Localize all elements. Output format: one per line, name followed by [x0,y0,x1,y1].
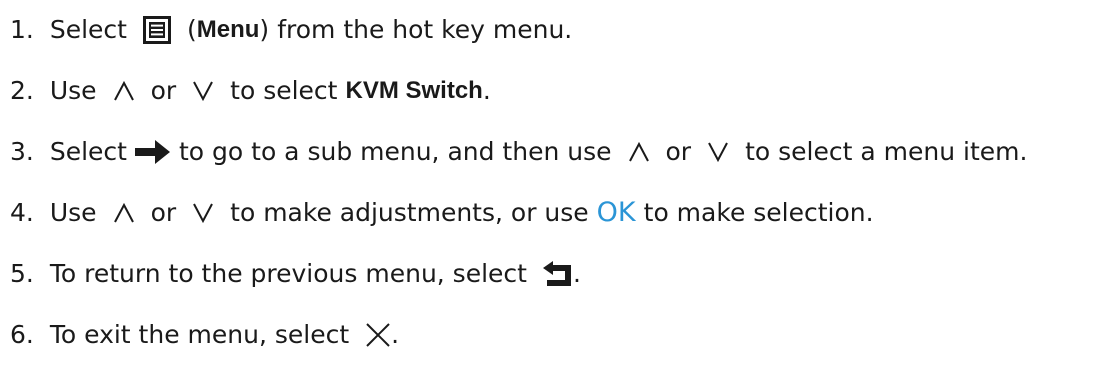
step-3: 3. Select to go to a sub menu, and then … [10,132,1027,172]
step-text: to go to a sub menu, and then use [178,137,612,166]
step-6: 6. To exit the menu, select . [10,315,399,355]
step-number: 1. [10,15,34,44]
step-text: . [391,320,400,349]
step-text: . [572,259,581,288]
step-text: or [150,76,177,105]
step-number: 4. [10,198,34,227]
step-text: from the hot key menu. [277,15,573,44]
step-1: 1. Select ( Menu ) from the hot key menu… [10,10,572,50]
down-chevron-icon [192,80,214,102]
step-number: 2. [10,76,34,105]
step-text: to select [230,76,338,105]
kvm-switch-label: KVM Switch [345,77,483,104]
step-text: ( [186,15,197,44]
down-chevron-icon [707,141,729,163]
step-text: Select [49,15,127,44]
step-text: . [482,76,491,105]
up-chevron-icon [113,202,135,224]
step-text: to make adjustments, or use [230,198,589,227]
step-text: ) [259,15,270,44]
step-text: or [665,137,692,166]
down-chevron-icon [192,202,214,224]
up-chevron-icon [113,80,135,102]
step-text: to make selection. [643,198,874,227]
step-5: 5. To return to the previous menu, selec… [10,254,581,294]
step-number: 5. [10,259,34,288]
close-icon [365,322,391,348]
step-2: 2. Use or to select KVM Switch . [10,71,491,111]
up-chevron-icon [628,141,650,163]
step-text: Use [49,198,97,227]
menu-label: Menu [196,16,260,43]
step-text: To exit the menu, select [49,320,350,349]
back-arrow-icon [542,261,573,287]
step-text: Select [49,137,127,166]
step-text: or [150,198,177,227]
step-text: Use [49,76,97,105]
step-number: 3. [10,137,34,166]
ok-icon: OK [596,197,636,228]
step-text: To return to the previous menu, select [49,259,527,288]
menu-icon [142,16,171,44]
step-number: 6. [10,320,34,349]
step-4: 4. Use or to make adjustments, or use OK… [10,193,874,233]
step-text: to select a menu item. [745,137,1028,166]
right-arrow-icon [134,139,171,165]
